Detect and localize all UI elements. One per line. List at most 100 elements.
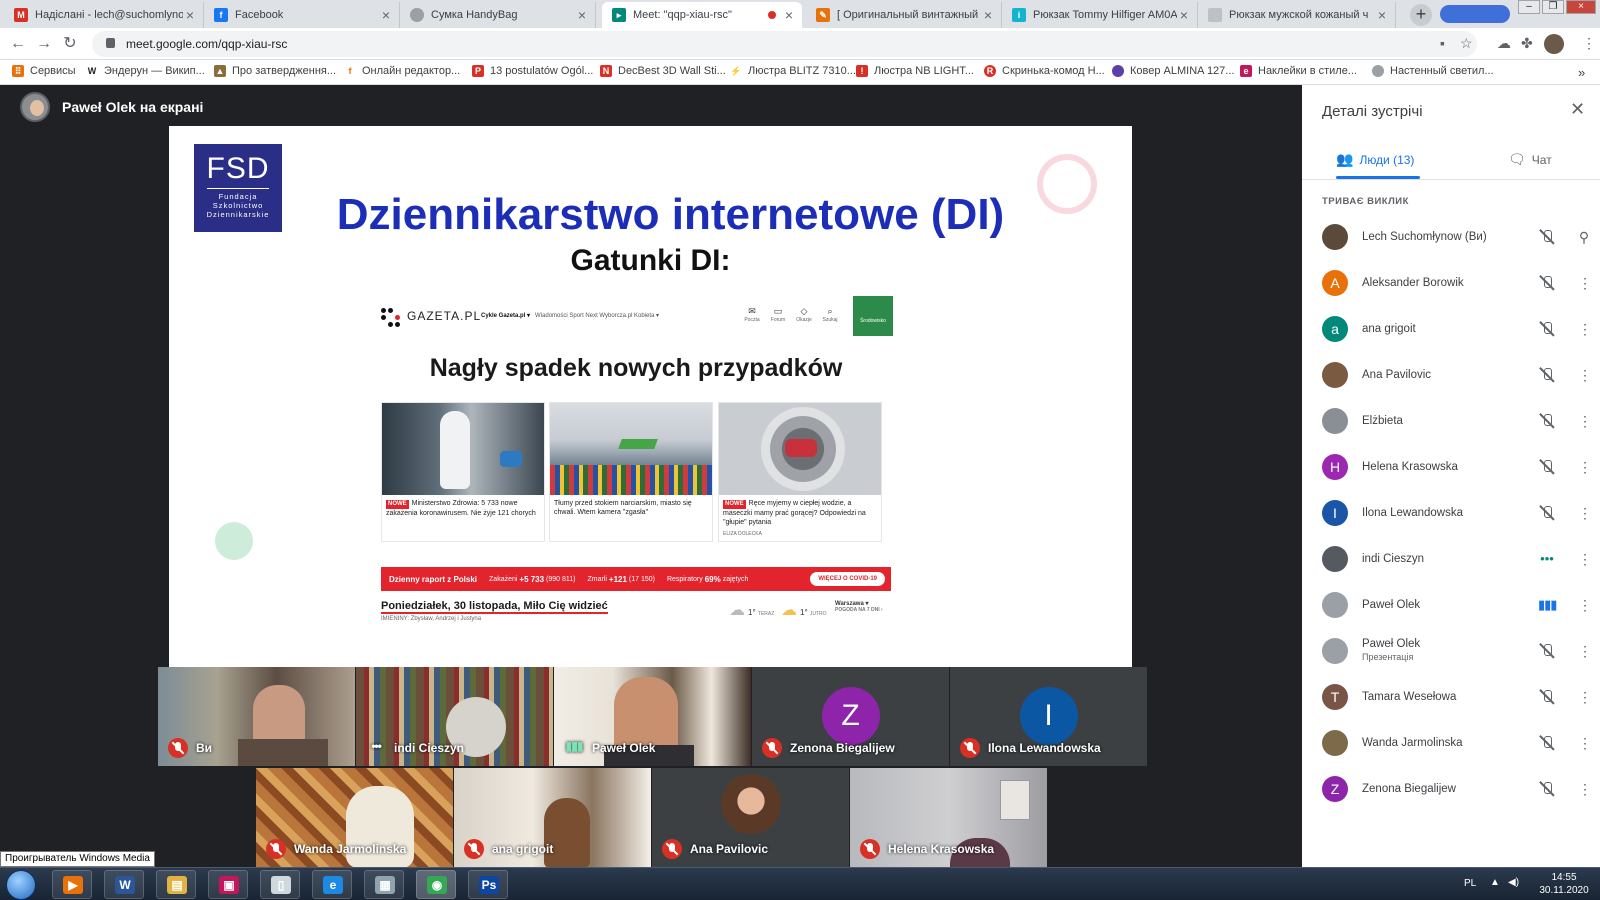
- bookmark-item[interactable]: ⠿ Сервисы: [12, 65, 76, 77]
- maximize-button[interactable]: ❐: [1542, 0, 1564, 14]
- tab-handybag[interactable]: Сумка HandyBag ×: [400, 2, 596, 28]
- more-options-icon[interactable]: ⋮: [1578, 459, 1592, 476]
- start-button[interactable]: [6, 870, 36, 900]
- bookmarks-overflow-icon[interactable]: »: [1578, 65, 1585, 80]
- participant-tile-pawel-olek[interactable]: ▮▮▮ Paweł Olek: [554, 667, 751, 766]
- participant-row[interactable]: Elżbieta ⋮: [1322, 401, 1592, 441]
- more-options-icon[interactable]: ⋮: [1578, 367, 1592, 384]
- more-options-icon[interactable]: ⋮: [1578, 689, 1592, 706]
- extensions-icon[interactable]: ✤: [1521, 35, 1533, 52]
- pin-icon[interactable]: ⚲: [1578, 229, 1590, 246]
- bookmark-item[interactable]: P 13 postulatów Ogól...: [472, 65, 593, 77]
- participant-row[interactable]: Z Zenona Biegalijew ⋮: [1322, 769, 1592, 809]
- participant-row[interactable]: Lech Suchomłynow (Ви) ⚲: [1322, 217, 1590, 257]
- mic-off-icon[interactable]: [1538, 458, 1556, 476]
- minimize-button[interactable]: –: [1518, 0, 1540, 14]
- participant-tile-indi-cieszyn[interactable]: ••• indi Cieszyn: [356, 667, 553, 766]
- speaking-icon[interactable]: •••: [1538, 550, 1556, 568]
- participant-row[interactable]: indi Cieszyn ••• ⋮: [1322, 539, 1592, 579]
- close-icon[interactable]: ×: [1177, 7, 1191, 23]
- participant-row[interactable]: Ana Pavilovic ⋮: [1322, 355, 1592, 395]
- system-clock[interactable]: 14:55 30.11.2020: [1532, 871, 1596, 897]
- window-close-button[interactable]: ×: [1566, 0, 1596, 14]
- more-options-icon[interactable]: ⋮: [1578, 781, 1592, 798]
- bookmark-item[interactable]: Ковер ALMINA 127...: [1112, 65, 1234, 77]
- more-options-icon[interactable]: ⋮: [1578, 551, 1592, 568]
- tab-people[interactable]: 👥 Люди (13): [1336, 151, 1414, 168]
- participant-row[interactable]: Paweł Olek Презентація ⋮: [1322, 631, 1592, 671]
- participant-tile-ilona[interactable]: I Ilona Lewandowska: [950, 667, 1147, 766]
- participant-tile-wanda[interactable]: Wanda Jarmolinska: [256, 768, 453, 867]
- mic-off-icon[interactable]: [1538, 274, 1556, 292]
- language-indicator[interactable]: PL: [1464, 878, 1476, 889]
- participant-row[interactable]: a ana grigoit ⋮: [1322, 309, 1592, 349]
- volume-icon[interactable]: ◀): [1508, 877, 1519, 888]
- mic-off-icon[interactable]: [1538, 366, 1556, 384]
- taskbar-app-button[interactable]: W: [104, 870, 144, 899]
- forward-arrow-icon[interactable]: →: [34, 34, 54, 54]
- bookmark-item[interactable]: f Онлайн редактор...: [344, 65, 460, 77]
- more-options-icon[interactable]: ⋮: [1578, 735, 1592, 752]
- more-options-icon[interactable]: ⋮: [1578, 321, 1592, 338]
- profile-avatar[interactable]: [1544, 34, 1564, 54]
- taskbar-app-button[interactable]: ▤: [156, 870, 196, 899]
- participant-row[interactable]: A Aleksander Borowik ⋮: [1322, 263, 1592, 303]
- tab-meet[interactable]: ▸ Meet: "qqp-xiau-rsc" ×: [602, 2, 802, 28]
- more-options-icon[interactable]: ⋮: [1578, 597, 1592, 614]
- participant-tile-ana-grigoit[interactable]: ana grigoit: [454, 768, 651, 867]
- close-icon[interactable]: ✕: [1570, 99, 1585, 120]
- participant-tile-ana-pavilovic[interactable]: Ana Pavilovic: [652, 768, 849, 867]
- more-options-icon[interactable]: ⋮: [1578, 505, 1592, 522]
- participant-row[interactable]: Paweł Olek ▮▮▮ ⋮: [1322, 585, 1592, 625]
- bookmark-item[interactable]: e Наклейки в стиле...: [1240, 65, 1357, 77]
- tab-gmail[interactable]: M Надіслані - lech@suchomlynow. ×: [4, 2, 204, 28]
- taskbar-app-button[interactable]: e: [312, 870, 352, 899]
- mic-off-icon[interactable]: [1538, 734, 1556, 752]
- bookmark-item[interactable]: ! Люстра NB LIGHT...: [856, 65, 974, 77]
- new-tab-button[interactable]: +: [1410, 4, 1432, 26]
- participant-tile-helena[interactable]: Helena Krasowska: [850, 768, 1047, 867]
- bookmark-item[interactable]: ▲ Про затвердження...: [214, 65, 336, 77]
- back-arrow-icon[interactable]: ←: [8, 34, 28, 54]
- menu-dots-icon[interactable]: ⋮: [1582, 35, 1596, 52]
- taskbar-app-button[interactable]: ▶: [52, 870, 92, 899]
- more-options-icon[interactable]: ⋮: [1578, 275, 1592, 292]
- more-options-icon[interactable]: ⋮: [1578, 413, 1592, 430]
- bookmark-item[interactable]: W Эндерун — Викип...: [86, 65, 205, 77]
- drive-icon[interactable]: ☁: [1497, 35, 1511, 52]
- bookmark-item[interactable]: Настенный светил...: [1372, 65, 1494, 77]
- mic-off-icon[interactable]: [1538, 412, 1556, 430]
- mic-off-icon[interactable]: [1538, 320, 1556, 338]
- address-bar[interactable]: meet.google.com/qqp-xiau-rsc ▪ ☆: [92, 31, 1477, 57]
- participant-tile-zenona[interactable]: Z Zenona Biegalijew: [752, 667, 949, 766]
- bookmark-item[interactable]: R Скринька-комод Н...: [984, 65, 1105, 77]
- tab-backpack[interactable]: Рюкзак мужской кожаный ч ×: [1198, 2, 1396, 28]
- profile-chip[interactable]: [1440, 5, 1510, 23]
- taskbar-app-button[interactable]: ▯: [260, 870, 300, 899]
- close-icon[interactable]: ×: [981, 7, 995, 23]
- tab-facebook[interactable]: f Facebook ×: [204, 2, 400, 28]
- participant-row[interactable]: H Helena Krasowska ⋮: [1322, 447, 1592, 487]
- tray-arrow-icon[interactable]: ▲: [1490, 877, 1500, 888]
- bookmark-item[interactable]: ⚡ Люстра BLITZ 7310...: [730, 65, 856, 77]
- tab-vintage[interactable]: ✎ [ Оригинальный винтажный му ×: [806, 2, 1002, 28]
- mic-off-icon[interactable]: [1538, 642, 1556, 660]
- reload-icon[interactable]: ↻: [60, 34, 80, 54]
- close-icon[interactable]: ×: [379, 7, 393, 23]
- taskbar-app-button[interactable]: ▣: [208, 870, 248, 899]
- mic-off-icon[interactable]: [1538, 780, 1556, 798]
- close-icon[interactable]: ×: [183, 7, 197, 23]
- close-icon[interactable]: ×: [1375, 7, 1389, 23]
- participant-tile-you[interactable]: Ви: [158, 667, 355, 766]
- participant-row[interactable]: T Tamara Wesełowa ⋮: [1322, 677, 1592, 717]
- speaking-icon[interactable]: ▮▮▮: [1538, 596, 1557, 614]
- participant-row[interactable]: I Ilona Lewandowska ⋮: [1322, 493, 1592, 533]
- star-icon[interactable]: ☆: [1460, 35, 1473, 52]
- close-icon[interactable]: ×: [575, 7, 589, 23]
- taskbar-app-button[interactable]: ▦: [364, 870, 404, 899]
- tab-chat[interactable]: 🗨 Чат: [1508, 151, 1552, 168]
- mic-off-icon[interactable]: [1538, 688, 1556, 706]
- mic-off-icon[interactable]: [1538, 228, 1556, 246]
- tab-tommy[interactable]: i Рюкзак Tommy Hilfiger AM0AM ×: [1002, 2, 1198, 28]
- taskbar-app-button[interactable]: Ps: [468, 870, 508, 899]
